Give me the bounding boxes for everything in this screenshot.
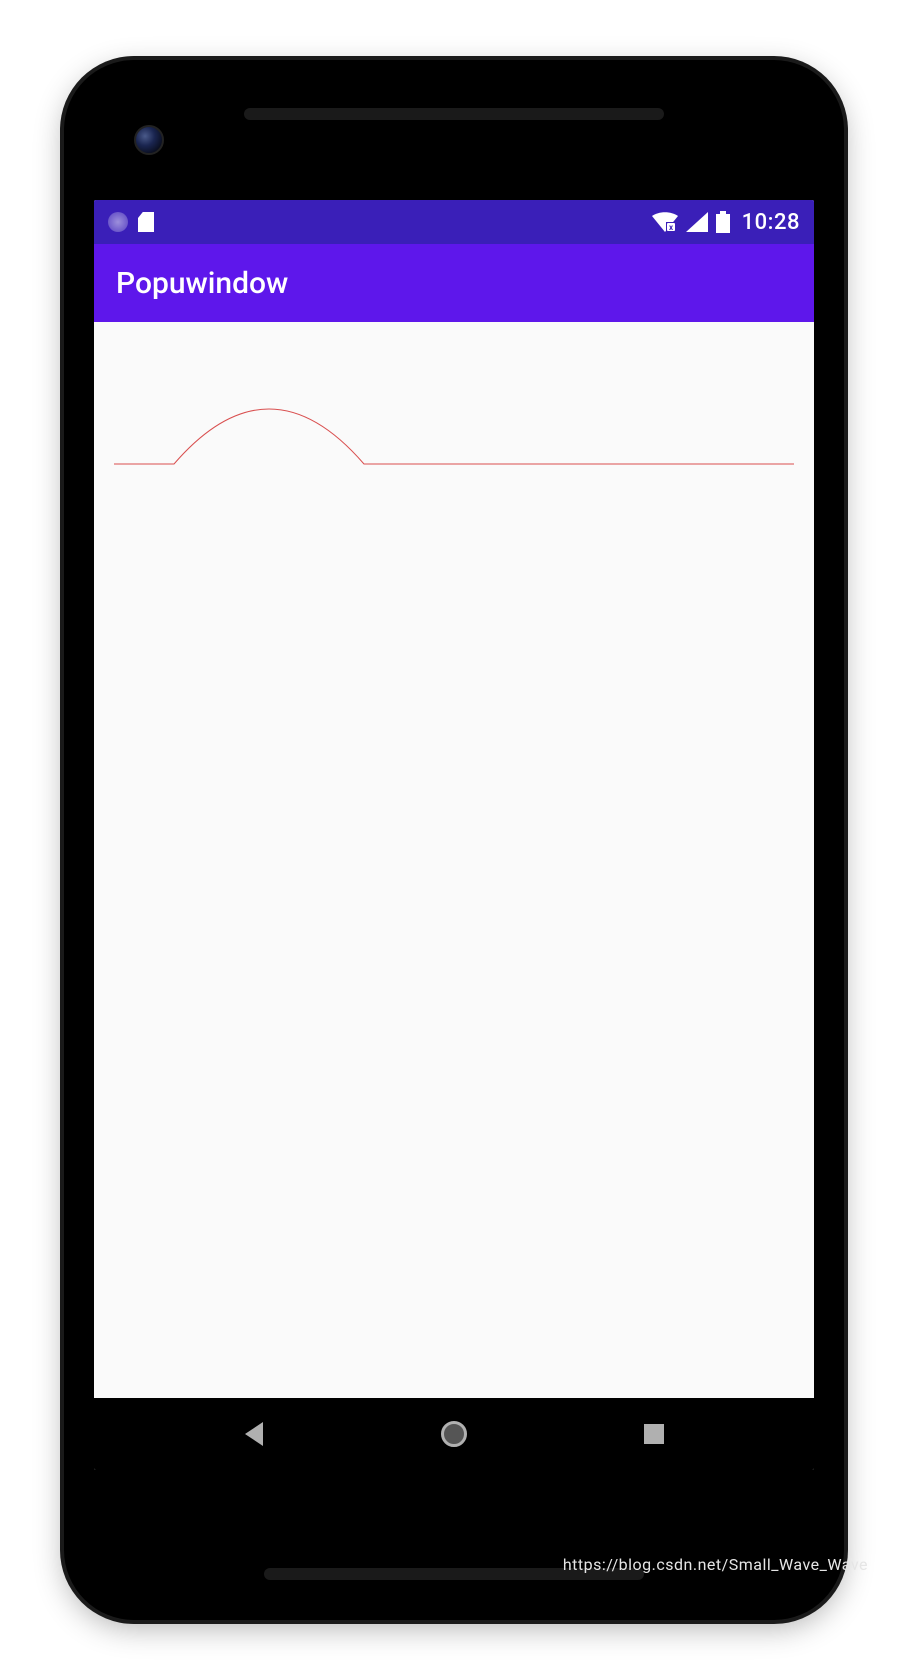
recents-button[interactable] — [639, 1419, 669, 1449]
status-left — [108, 212, 154, 232]
battery-icon — [716, 211, 730, 233]
front-camera — [134, 125, 164, 155]
signal-icon — [686, 212, 708, 232]
status-bar: x 10:28 — [94, 200, 814, 244]
navigation-bar — [94, 1398, 814, 1470]
content-area[interactable] — [94, 322, 814, 1398]
status-right: x 10:28 — [652, 210, 800, 235]
sd-card-icon — [138, 212, 154, 232]
home-icon — [441, 1421, 467, 1447]
screen: x 10:28 Popuwindow — [94, 200, 814, 1470]
status-clock: 10:28 — [742, 210, 800, 235]
recents-icon — [644, 1424, 664, 1444]
wifi-icon: x — [652, 212, 678, 232]
home-button[interactable] — [439, 1419, 469, 1449]
app-bar: Popuwindow — [94, 244, 814, 322]
phone-frame: x 10:28 Popuwindow — [64, 60, 844, 1620]
back-icon — [245, 1422, 263, 1446]
system-icon — [108, 212, 128, 232]
app-title: Popuwindow — [116, 266, 288, 301]
back-button[interactable] — [239, 1419, 269, 1449]
curve-path — [114, 384, 794, 474]
watermark-text: https://blog.csdn.net/Small_Wave_Wave — [563, 1555, 868, 1574]
